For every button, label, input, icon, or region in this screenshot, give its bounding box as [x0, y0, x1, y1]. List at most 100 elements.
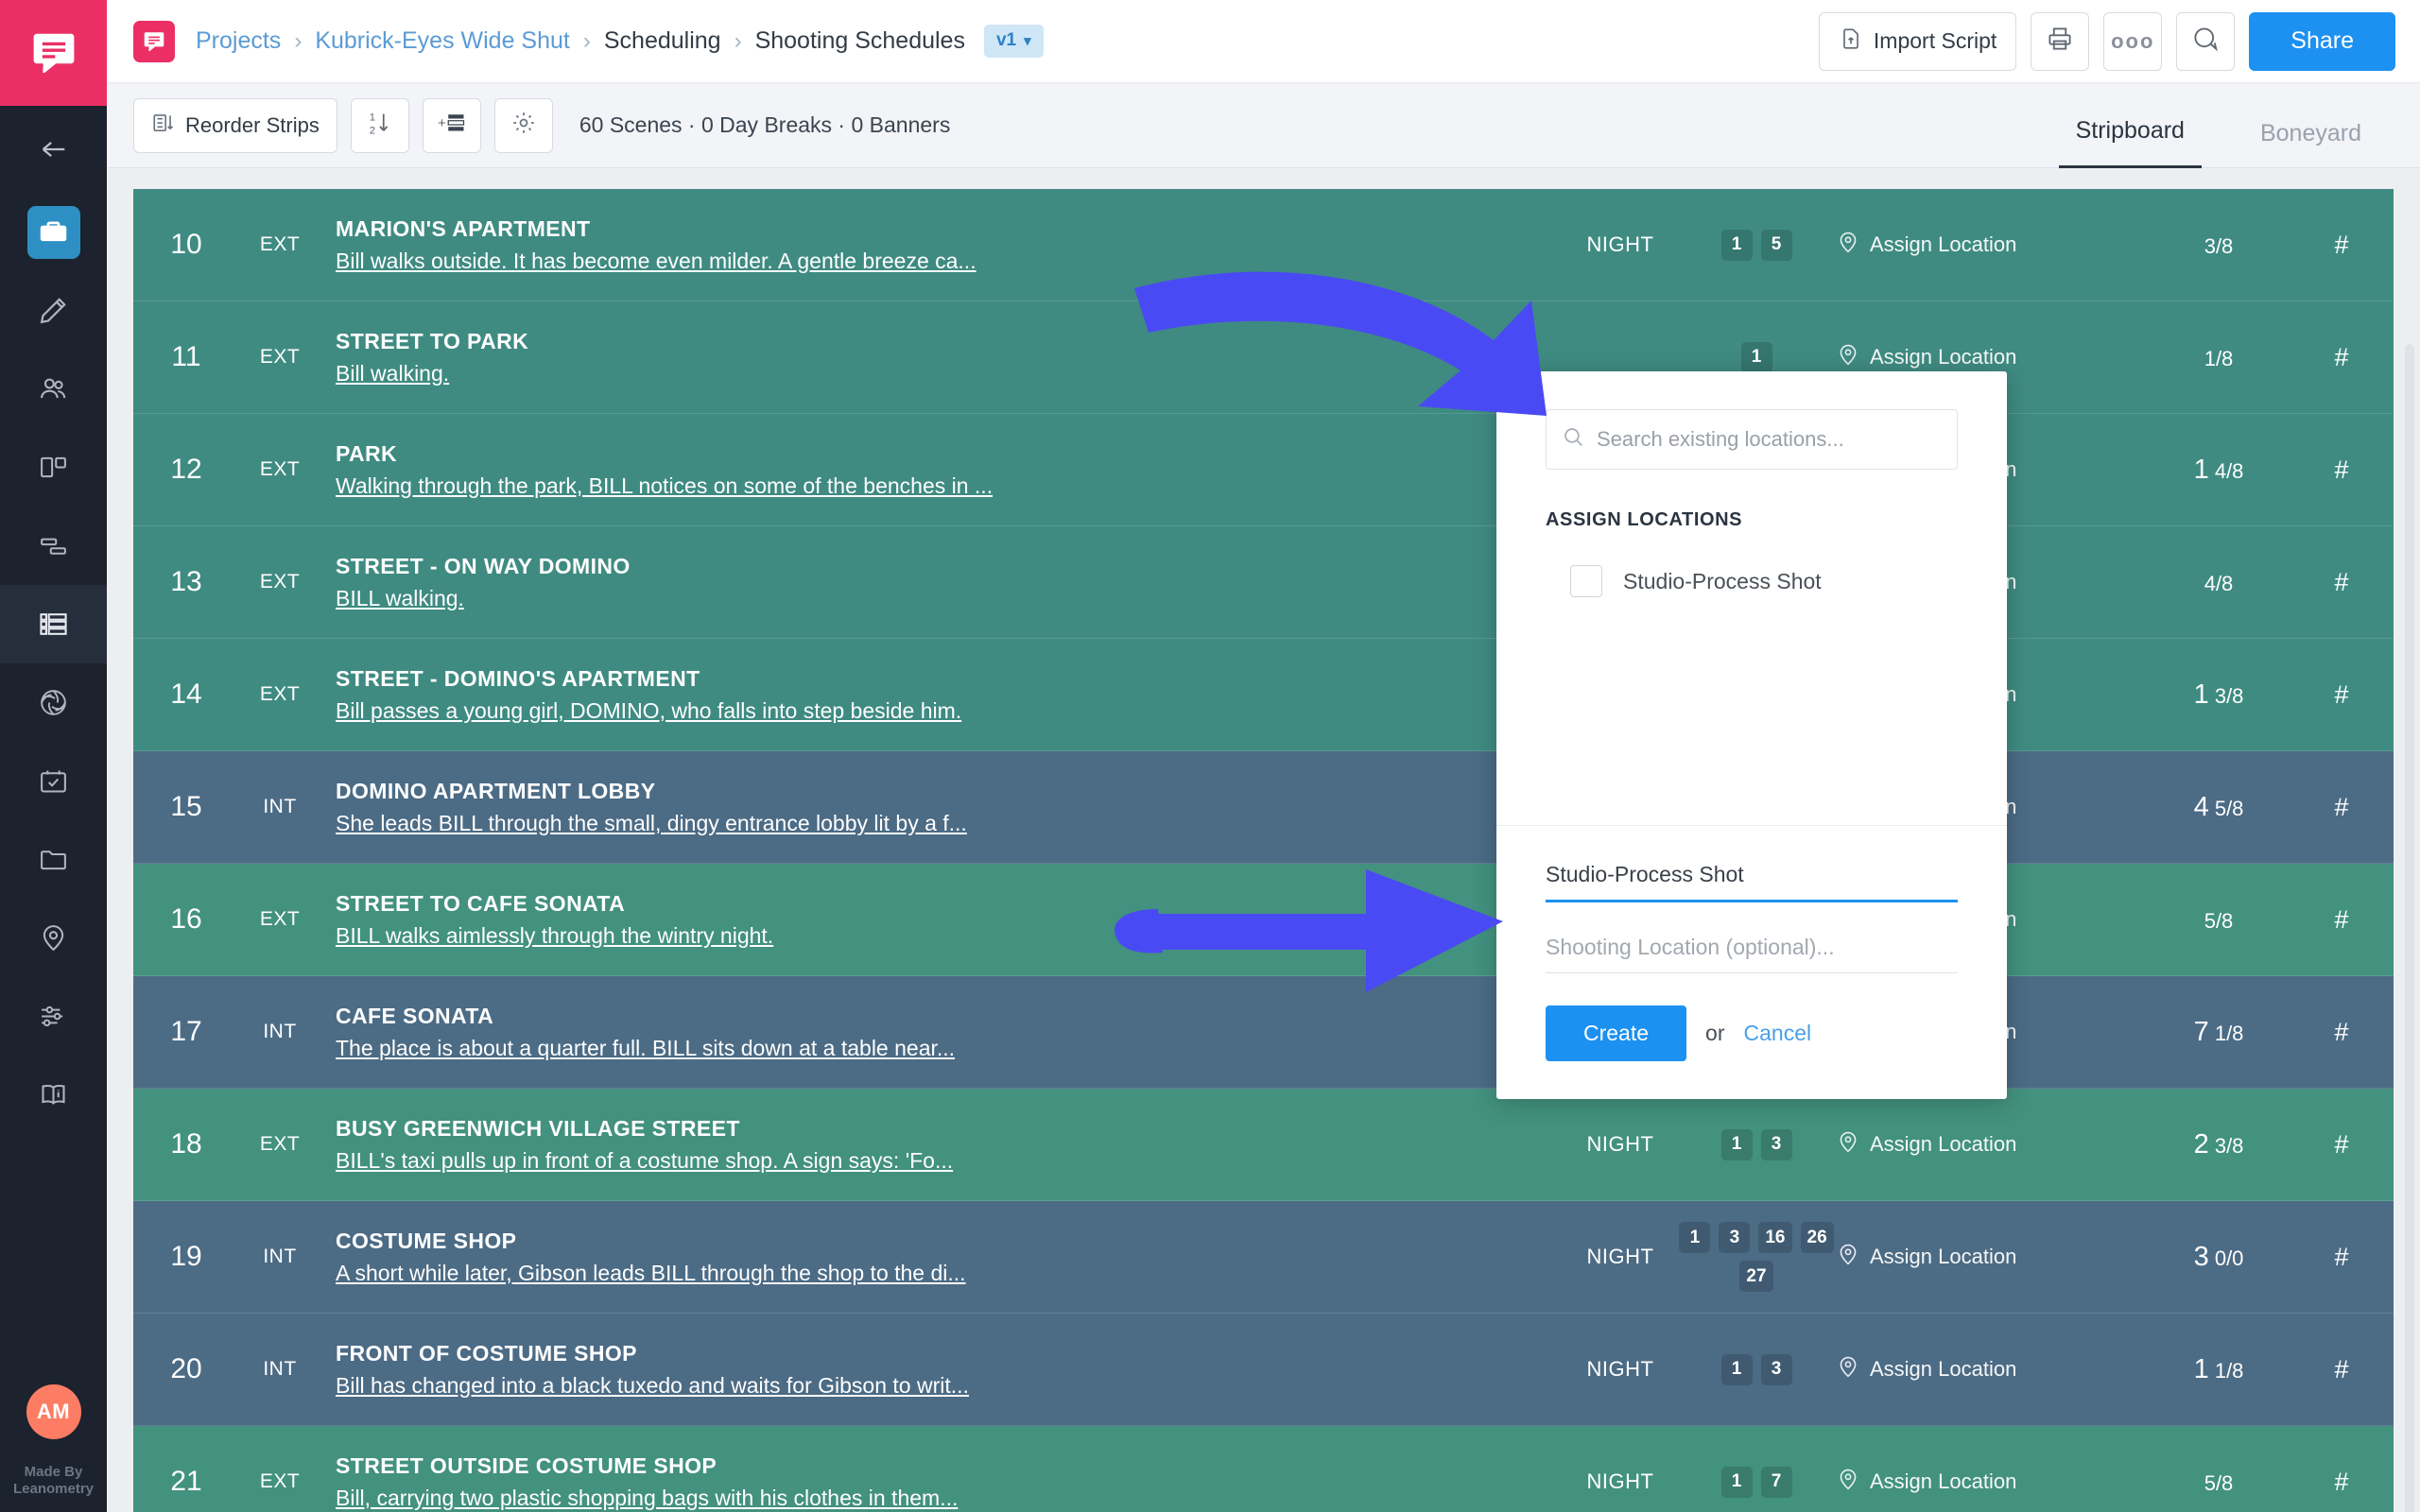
vertical-scrollbar[interactable]	[2405, 344, 2414, 1512]
settings-button[interactable]	[493, 97, 553, 153]
sidebar-item-cast[interactable]	[0, 350, 107, 428]
avatar[interactable]: AM	[26, 1383, 81, 1439]
reorder-strips-label: Reorder Strips	[185, 112, 320, 137]
strip-hash-column[interactable]: #	[2290, 455, 2394, 485]
assign-location-button[interactable]: Assign Location	[1836, 1354, 2148, 1384]
strip-description[interactable]: Bill passes a young girl, DOMINO, who fa…	[336, 698, 1564, 724]
strip-row[interactable]: 14 EXT STREET - DOMINO'S APARTMENT Bill pas…	[133, 639, 2394, 751]
strip-hash-column[interactable]: #	[2290, 231, 2394, 260]
strip-row[interactable]: 17 INT CAFE SONATA The place is about a qua…	[133, 976, 2394, 1089]
sidebar-item-locations[interactable]	[0, 899, 107, 977]
strip-hash-column[interactable]: #	[2290, 1243, 2394, 1272]
strip-description[interactable]: She leads BILL through the small, dingy …	[336, 811, 1564, 836]
strip-hash-column[interactable]: #	[2290, 1355, 2394, 1384]
strip-description[interactable]: Bill walking.	[336, 361, 1564, 387]
sidebar-item-files[interactable]	[0, 820, 107, 899]
cast-chip[interactable]: 3	[1719, 1222, 1751, 1253]
strip-description[interactable]: Bill has changed into a black tuxedo and…	[336, 1373, 1564, 1399]
cast-chip[interactable]: 1	[1720, 1128, 1753, 1160]
cast-chip[interactable]: 26	[1800, 1222, 1834, 1253]
sidebar-item-shotlist[interactable]	[0, 663, 107, 742]
location-name-field[interactable]: Studio-Process Shot	[1546, 862, 1958, 902]
shooting-location-field[interactable]: Shooting Location (optional)...	[1546, 935, 1958, 973]
share-button[interactable]: Share	[2249, 11, 2395, 71]
cast-chip[interactable]: 1	[1740, 341, 1772, 373]
assign-location-button[interactable]: Assign Location	[1836, 342, 2148, 372]
strip-row[interactable]: 21 EXT STREET OUTSIDE COSTUME SHOP Bill, ca…	[133, 1426, 2394, 1512]
app-logo[interactable]	[0, 0, 107, 106]
strip-hash-column[interactable]: #	[2290, 1130, 2394, 1160]
strip-hash-column[interactable]: #	[2290, 1468, 2394, 1497]
sidebar-item-breakdown[interactable]	[0, 428, 107, 507]
strip-row[interactable]: 16 EXT STREET TO CAFE SONATA BILL walks aim…	[133, 864, 2394, 976]
breadcrumb-projects[interactable]: Projects	[196, 27, 281, 55]
import-script-button[interactable]: Import Script	[1818, 11, 2017, 71]
strip-row[interactable]: 12 EXT PARK Walking through the park, BILL …	[133, 414, 2394, 526]
cast-chip[interactable]: 1	[1720, 1466, 1753, 1498]
checkbox-icon[interactable]	[1570, 565, 1602, 597]
cast-chip[interactable]: 3	[1760, 1128, 1792, 1160]
cast-chip[interactable]: 7	[1760, 1466, 1792, 1498]
assign-location-button[interactable]: Assign Location	[1836, 1129, 2148, 1160]
location-option-row[interactable]: Studio-Process Shot	[1570, 565, 2007, 597]
strip-row[interactable]: 10 EXT MARION'S APARTMENT Bill walks outsid…	[133, 189, 2394, 301]
strip-hash-column[interactable]: #	[2290, 1018, 2394, 1047]
more-options-button[interactable]: ooo	[2103, 11, 2163, 71]
cast-chip[interactable]: 1	[1679, 1222, 1711, 1253]
strip-hash-column[interactable]: #	[2290, 793, 2394, 822]
cast-chip[interactable]: 1	[1720, 229, 1753, 261]
cast-chip[interactable]: 3	[1760, 1353, 1792, 1385]
strip-hash-column[interactable]: #	[2290, 343, 2394, 372]
assign-location-button[interactable]: Assign Location	[1836, 1467, 2148, 1497]
cast-chip[interactable]: 1	[1720, 1353, 1753, 1385]
brand-logo-icon[interactable]	[133, 20, 175, 62]
cast-chip[interactable]: 27	[1739, 1261, 1773, 1292]
strip-description[interactable]: Bill walks outside. It has become even m…	[336, 249, 1564, 274]
sidebar-item-stripboard[interactable]	[0, 585, 107, 663]
strip-hash-column[interactable]: #	[2290, 905, 2394, 935]
cast-chip[interactable]: 16	[1758, 1222, 1792, 1253]
sidebar-item-settings[interactable]	[0, 977, 107, 1056]
version-badge[interactable]: v1 ▾	[983, 25, 1044, 58]
strip-description[interactable]: Walking through the park, BILL notices o…	[336, 473, 1564, 499]
add-strip-button[interactable]: +	[422, 97, 481, 153]
tab-boneyard[interactable]: Boneyard	[2243, 83, 2378, 168]
sidebar-item-calendar[interactable]	[0, 742, 107, 820]
briefcase-icon	[26, 205, 80, 259]
strip-hash-column[interactable]: #	[2290, 568, 2394, 597]
sidebar-item-gantt[interactable]	[0, 507, 107, 585]
strip-description[interactable]: The place is about a quarter full. BILL …	[336, 1036, 1564, 1061]
strip-description[interactable]: BILL's taxi pulls up in front of a costu…	[336, 1148, 1564, 1174]
create-button[interactable]: Create	[1546, 1005, 1687, 1061]
strip-description[interactable]: BILL walking.	[336, 586, 1564, 611]
sidebar-item-script[interactable]	[0, 271, 107, 350]
strip-row[interactable]: 13 EXT STREET - ON WAY DOMINO BILL walking.…	[133, 526, 2394, 639]
strip-scene-number: 14	[170, 679, 202, 710]
strip-hash-column[interactable]: #	[2290, 680, 2394, 710]
sort-button[interactable]: 12	[350, 97, 409, 153]
search-input[interactable]: Search existing locations...	[1546, 409, 1958, 470]
back-button[interactable]	[0, 106, 107, 193]
reorder-strips-button[interactable]: Reorder Strips	[133, 97, 337, 153]
breadcrumb-scheduling[interactable]: Scheduling	[604, 27, 721, 55]
sidebar-item-projects[interactable]	[0, 193, 107, 271]
strip-description[interactable]: Bill, carrying two plastic shopping bags…	[336, 1486, 1564, 1511]
strip-row[interactable]: 11 EXT STREET TO PARK Bill walking. 1 Assign …	[133, 301, 2394, 414]
strip-row[interactable]: 19 INT COSTUME SHOP A short while later, Gi…	[133, 1201, 2394, 1314]
tab-stripboard[interactable]: Stripboard	[2058, 83, 2202, 168]
assign-location-button[interactable]: Assign Location	[1836, 1242, 2148, 1272]
assign-location-button[interactable]: Assign Location	[1836, 230, 2148, 260]
strip-row[interactable]: 18 EXT BUSY GREENWICH VILLAGE STREET BILL's…	[133, 1089, 2394, 1201]
strip-row[interactable]: 15 INT DOMINO APARTMENT LOBBY She leads BIL…	[133, 751, 2394, 864]
strip-scene-number: 10	[170, 229, 202, 260]
strip-row[interactable]: 20 INT FRONT OF COSTUME SHOP Bill has chang…	[133, 1314, 2394, 1426]
breadcrumb-project[interactable]: Kubrick-Eyes Wide Shut	[315, 27, 570, 55]
strip-description[interactable]: A short while later, Gibson leads BILL t…	[336, 1261, 1564, 1286]
cancel-button[interactable]: Cancel	[1744, 1021, 1812, 1046]
cast-chip[interactable]: 5	[1760, 229, 1792, 261]
sidebar-item-help[interactable]	[0, 1056, 107, 1134]
comments-button[interactable]	[2176, 11, 2236, 71]
breadcrumb-shooting-schedules[interactable]: Shooting Schedules	[755, 27, 965, 55]
strip-description[interactable]: BILL walks aimlessly through the wintry …	[336, 923, 1564, 949]
print-button[interactable]	[2031, 11, 2090, 71]
